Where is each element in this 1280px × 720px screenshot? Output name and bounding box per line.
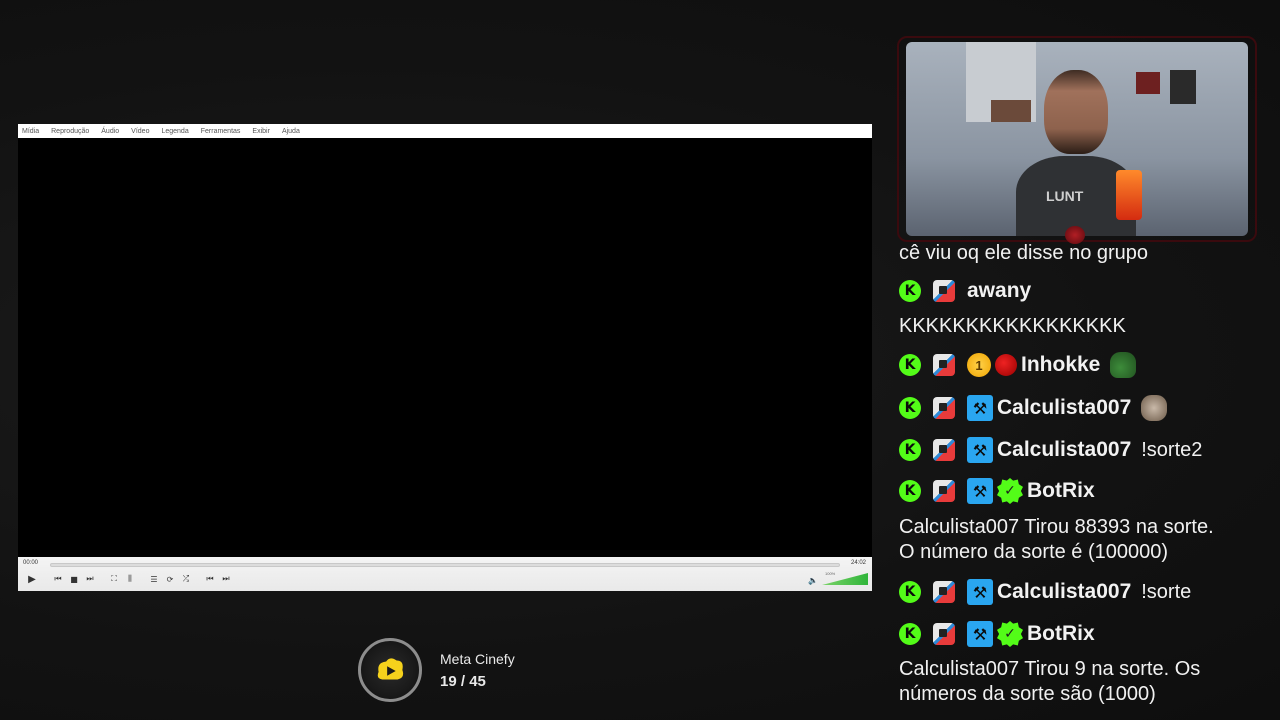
player-menubar: Mídia Reprodução Áudio Vídeo Legenda Fer… [18, 124, 872, 138]
menu-midia[interactable]: Mídia [22, 128, 39, 135]
chat-message: K ⚒ Calculista007 [899, 393, 1168, 423]
chat-message: K 1 Inhokke [899, 350, 1137, 380]
volume-percent: 100% [825, 571, 836, 576]
frame-forward-icon[interactable]: ⏭ [218, 572, 234, 586]
chat-message: K ⚒ Calculista007 !sorte2 [899, 435, 1202, 465]
moderator-badge-icon: ⚒ [967, 579, 993, 605]
chat-cut-line: cê viu oq ele disse no grupo [899, 242, 1149, 264]
og-badge-icon [933, 439, 955, 461]
previous-icon[interactable]: ⏮ [50, 572, 66, 586]
play-icon[interactable]: ▶ [22, 572, 42, 586]
meta-count: 19 / 45 [440, 673, 486, 690]
verified-badge-icon: ✓ [997, 478, 1023, 504]
chat-message: K ⚒ ✓ BotRix [899, 619, 1095, 649]
chat-message: K ⚒ ✓ BotRix [899, 476, 1095, 506]
cat-emote-icon [1141, 395, 1168, 421]
current-time: 00:00 [23, 560, 39, 566]
menu-ferramentas[interactable]: Ferramentas [201, 128, 241, 135]
shuffle-icon[interactable]: ⤮ [178, 572, 194, 586]
chat-username[interactable]: Calculista007 [997, 580, 1131, 604]
kick-badge-icon: K [899, 581, 921, 603]
stop-icon[interactable]: ■ [66, 572, 82, 586]
og-badge-icon [933, 397, 955, 419]
shirt-text: LUNT [1046, 188, 1084, 204]
meta-widget: Meta Cinefy 19 / 45 [358, 638, 558, 702]
chat-message: K ⚒ Calculista007 !sorte [899, 577, 1191, 607]
frog-emote-icon [1110, 352, 1137, 378]
kick-badge-icon: K [899, 280, 921, 302]
gift-badge-icon: 1 [967, 353, 991, 377]
meta-total: 45 [469, 673, 486, 690]
frame-back-icon[interactable]: ⏮ [202, 572, 218, 586]
menu-legenda[interactable]: Legenda [161, 128, 188, 135]
og-badge-icon [933, 354, 955, 376]
menu-exibir[interactable]: Exibir [252, 128, 270, 135]
speaker-icon[interactable]: 🔈 [808, 576, 818, 585]
kick-badge-icon: K [899, 480, 921, 502]
chat-panel: cê viu oq ele disse no grupo K awany KKK… [895, 238, 1280, 720]
og-badge-icon [933, 623, 955, 645]
meta-separator: / [460, 673, 466, 690]
menu-reproducao[interactable]: Reprodução [51, 128, 89, 135]
chat-username[interactable]: BotRix [1027, 622, 1095, 646]
total-time: 24:02 [850, 560, 866, 566]
chat-text: Calculista007 Tirou 88393 na sorte. O nú… [899, 516, 1214, 563]
webcam-feed: LUNT [906, 42, 1248, 236]
ladybug-badge-icon [995, 354, 1017, 376]
og-badge-icon [933, 280, 955, 302]
kick-badge-icon: K [899, 623, 921, 645]
moderator-badge-icon: ⚒ [967, 395, 993, 421]
meta-title: Meta Cinefy [440, 651, 515, 667]
playlist-icon[interactable]: ☰ [146, 572, 162, 586]
media-player-window: Mídia Reprodução Áudio Vídeo Legenda Fer… [18, 124, 872, 591]
verified-badge-icon: ✓ [997, 621, 1023, 647]
seek-bar[interactable] [50, 563, 840, 567]
kick-badge-icon: K [899, 397, 921, 419]
extended-settings-icon[interactable]: ⫼ [122, 572, 138, 586]
chat-text: !sorte2 [1141, 438, 1203, 461]
chat-username[interactable]: Calculista007 [997, 438, 1131, 462]
video-area[interactable] [18, 138, 872, 557]
cinefy-logo-icon [358, 638, 422, 702]
loop-icon[interactable]: ⟳ [162, 572, 178, 586]
player-controls: 00:00 24:02 ▶ ⏮ ■ ⏭ ⛶ ⫼ ☰ ⟳ ⤮ ⏮ ⏭ 🔈 100% [18, 557, 872, 591]
chat-username[interactable]: Calculista007 [997, 396, 1131, 420]
chat-username[interactable]: BotRix [1027, 479, 1095, 503]
next-icon[interactable]: ⏭ [82, 572, 98, 586]
meta-current: 19 [440, 673, 457, 690]
chat-text: Calculista007 Tirou 9 na sorte. Os númer… [899, 658, 1201, 705]
kick-badge-icon: K [899, 439, 921, 461]
moderator-badge-icon: ⚒ [967, 621, 993, 647]
microphone [1116, 170, 1142, 220]
chat-username[interactable]: awany [967, 279, 1031, 303]
moderator-badge-icon: ⚒ [967, 437, 993, 463]
chat-text: KKKKKKKKKKKKKKKKK [899, 315, 1126, 337]
fullscreen-icon[interactable]: ⛶ [106, 572, 122, 586]
chat-message: K awany [899, 276, 1031, 306]
volume-slider[interactable]: 🔈 100% [808, 571, 868, 587]
menu-audio[interactable]: Áudio [101, 128, 119, 135]
chat-username[interactable]: Inhokke [1021, 353, 1100, 377]
moderator-badge-icon: ⚒ [967, 478, 993, 504]
menu-video[interactable]: Vídeo [131, 128, 149, 135]
chat-text: !sorte [1141, 580, 1192, 603]
menu-ajuda[interactable]: Ajuda [282, 128, 300, 135]
og-badge-icon [933, 581, 955, 603]
og-badge-icon [933, 480, 955, 502]
kick-badge-icon: K [899, 354, 921, 376]
